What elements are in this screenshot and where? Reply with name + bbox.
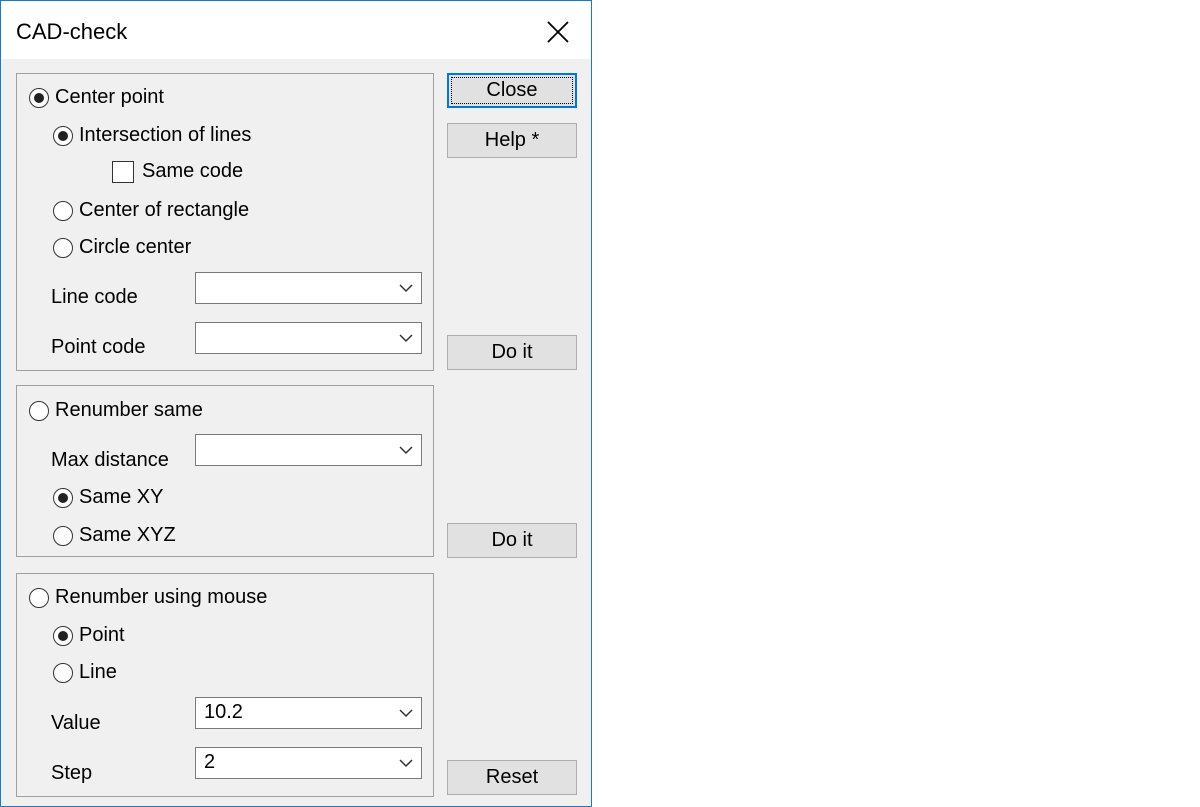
- chevron-down-icon: [399, 709, 413, 718]
- do-it-renumber-same-button[interactable]: Do it: [447, 523, 577, 558]
- max-distance-label: Max distance: [51, 449, 169, 471]
- radio-renumber-same[interactable]: Renumber same: [29, 399, 203, 422]
- radio-center-of-rectangle[interactable]: Center of rectangle: [53, 199, 249, 222]
- line-code-dropdown[interactable]: [195, 272, 422, 304]
- renumber-same-group: Renumber same Max distance Same XY Same …: [16, 385, 434, 557]
- checkbox-unchecked-icon: [112, 160, 134, 183]
- center-point-group: Center point Intersection of lines Same …: [16, 73, 434, 371]
- radio-point[interactable]: Point: [53, 624, 125, 647]
- radio-selected-icon: [53, 125, 73, 146]
- close-window-icon[interactable]: [541, 15, 575, 49]
- close-button[interactable]: Close: [447, 73, 577, 108]
- radio-intersection-of-lines[interactable]: Intersection of lines: [53, 124, 251, 147]
- radio-line[interactable]: Line: [53, 661, 117, 684]
- radio-renumber-using-mouse[interactable]: Renumber using mouse: [29, 586, 267, 609]
- max-distance-dropdown[interactable]: [195, 434, 422, 466]
- step-label: Step: [51, 762, 93, 784]
- point-code-dropdown[interactable]: [195, 322, 422, 354]
- chevron-down-icon: [399, 759, 413, 768]
- do-it-center-point-button[interactable]: Do it: [447, 335, 577, 370]
- title-bar: CAD-check: [1, 1, 591, 59]
- radio-same-xyz[interactable]: Same XYZ: [53, 524, 176, 547]
- radio-selected-icon: [53, 625, 73, 646]
- radio-center-point[interactable]: Center point: [29, 86, 164, 109]
- chevron-down-icon: [399, 334, 413, 343]
- radio-unselected-icon: [53, 237, 73, 258]
- checkbox-same-code[interactable]: Same code: [112, 160, 243, 183]
- radio-selected-icon: [29, 87, 49, 108]
- radio-circle-center[interactable]: Circle center: [53, 236, 191, 259]
- radio-same-xy[interactable]: Same XY: [53, 486, 163, 509]
- radio-unselected-icon: [53, 200, 73, 221]
- step-dropdown[interactable]: 2: [195, 747, 422, 779]
- value-dropdown[interactable]: 10.2: [195, 697, 422, 729]
- point-code-label: Point code: [51, 336, 146, 358]
- help-button[interactable]: Help *: [447, 123, 577, 158]
- cad-check-dialog: CAD-check Center point Intersection of l…: [0, 0, 592, 807]
- chevron-down-icon: [399, 446, 413, 455]
- line-code-label: Line code: [51, 286, 138, 308]
- radio-unselected-icon: [53, 525, 73, 546]
- value-label: Value: [51, 712, 101, 734]
- radio-unselected-icon: [29, 400, 49, 421]
- renumber-mouse-group: Renumber using mouse Point Line Value 10…: [16, 573, 434, 797]
- radio-unselected-icon: [53, 662, 73, 683]
- radio-selected-icon: [53, 487, 73, 508]
- chevron-down-icon: [399, 284, 413, 293]
- radio-unselected-icon: [29, 587, 49, 608]
- reset-button[interactable]: Reset: [447, 760, 577, 795]
- window-title: CAD-check: [16, 19, 128, 44]
- focus-rectangle: [451, 77, 573, 104]
